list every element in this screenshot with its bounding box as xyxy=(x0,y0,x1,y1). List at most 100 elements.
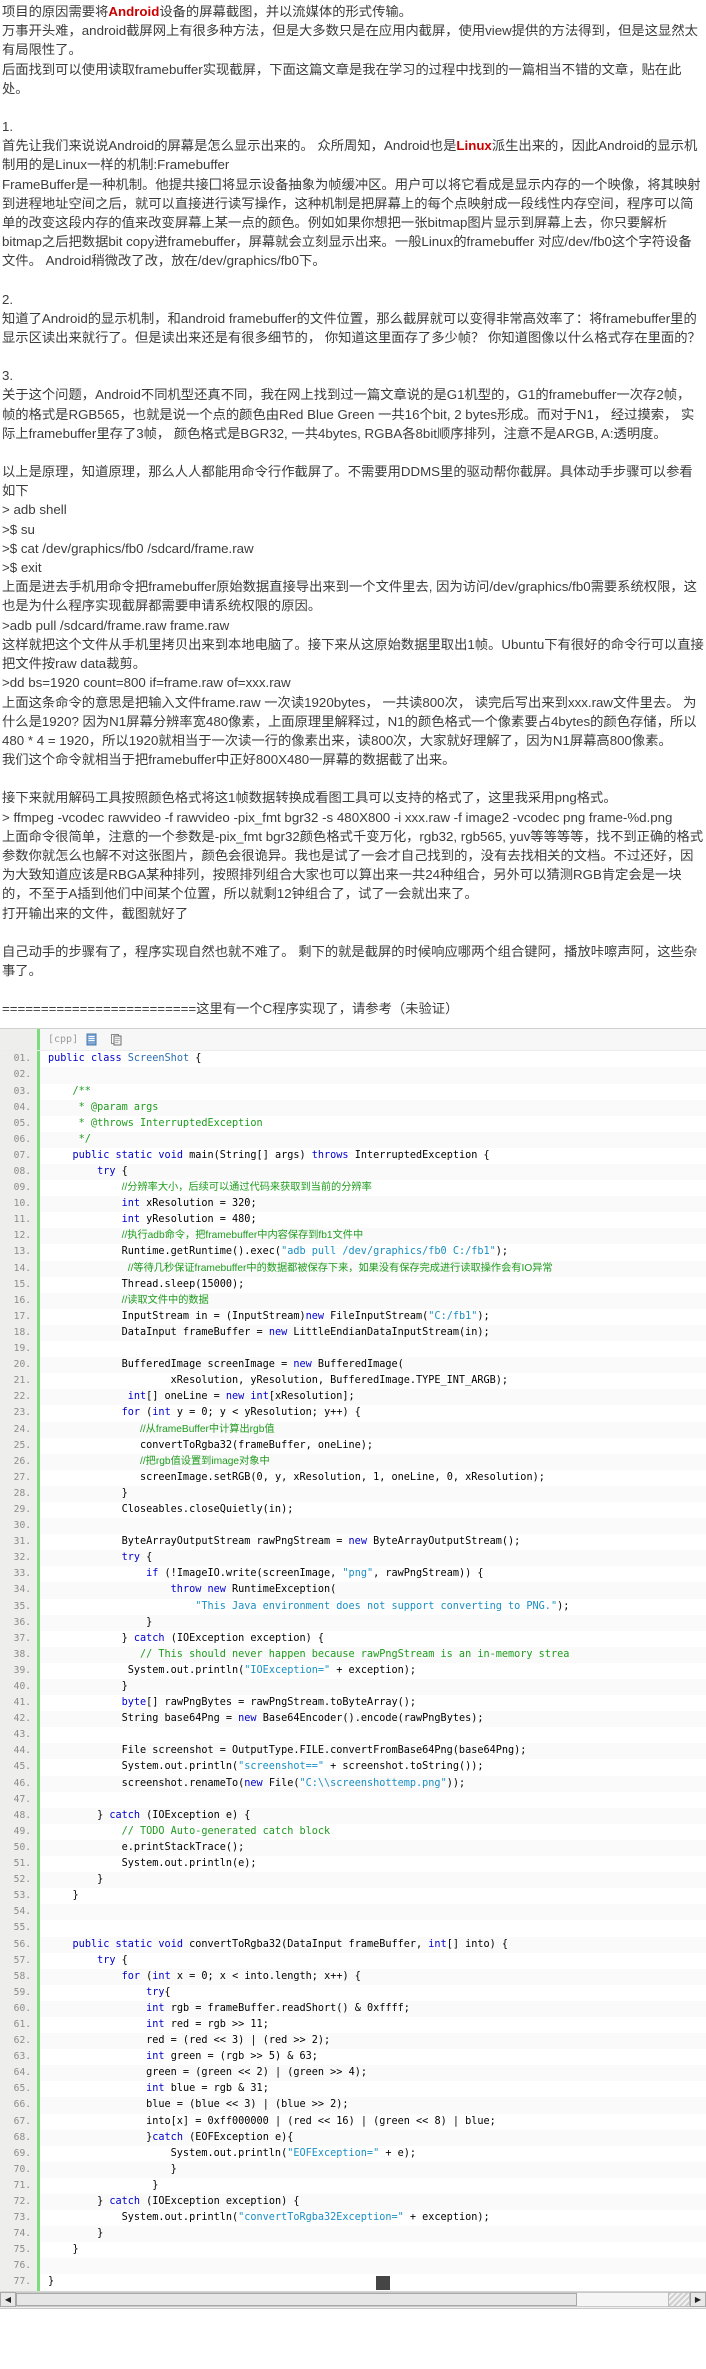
code-line[interactable]: 24. //从frameBuffer中计算出rgb值 xyxy=(0,1421,706,1438)
line-content[interactable]: Closeables.closeQuietly(in); xyxy=(40,1502,706,1518)
line-content[interactable]: DataInput frameBuffer = new LittleEndian… xyxy=(40,1325,706,1341)
line-content[interactable]: //读取文件中的数据 xyxy=(40,1293,706,1309)
line-content[interactable]: Thread.sleep(15000); xyxy=(40,1277,706,1293)
code-line[interactable]: 11. int yResolution = 480; xyxy=(0,1212,706,1229)
line-content[interactable]: ByteArrayOutputStream rawPngStream = new… xyxy=(40,1534,706,1550)
code-line[interactable]: 21. xResolution, yResolution, BufferedIm… xyxy=(0,1373,706,1390)
line-content[interactable]: System.out.println("screenshot==" + scre… xyxy=(40,1759,706,1775)
code-line[interactable]: 43. xyxy=(0,1727,706,1744)
code-line[interactable]: 25. convertToRgba32(frameBuffer, oneLine… xyxy=(0,1437,706,1454)
line-content[interactable]: try { xyxy=(40,1550,706,1566)
line-content[interactable]: } xyxy=(40,2274,706,2290)
line-content[interactable]: try { xyxy=(40,1164,706,1180)
scroll-left-arrow[interactable]: ◀ xyxy=(0,2292,16,2308)
code-line[interactable]: 23. for (int y = 0; y < yResolution; y++… xyxy=(0,1405,706,1422)
code-line[interactable]: 75. } xyxy=(0,2242,706,2259)
code-line[interactable]: 13. Runtime.getRuntime().exec("adb pull … xyxy=(0,1244,706,1261)
line-content[interactable]: * @throws InterruptedException xyxy=(40,1116,706,1132)
code-line[interactable]: 28. } xyxy=(0,1485,706,1502)
code-line[interactable]: 56. public static void convertToRgba32(D… xyxy=(0,1936,706,1953)
code-line[interactable]: 42. String base64Png = new Base64Encoder… xyxy=(0,1711,706,1728)
line-content[interactable]: System.out.println("IOException=" + exce… xyxy=(40,1663,706,1679)
code-line[interactable]: 16. //读取文件中的数据 xyxy=(0,1292,706,1309)
code-line[interactable]: 55. xyxy=(0,1920,706,1937)
code-line[interactable]: 71. } xyxy=(0,2177,706,2194)
code-line[interactable]: 33. if (!ImageIO.write(screenImage, "png… xyxy=(0,1566,706,1583)
code-line[interactable]: 44. File screenshot = OutputType.FILE.co… xyxy=(0,1743,706,1760)
line-content[interactable]: blue = (blue << 3) | (blue >> 2); xyxy=(40,2097,706,2113)
code-line[interactable]: 47. xyxy=(0,1791,706,1808)
code-line[interactable]: 53. } xyxy=(0,1888,706,1905)
line-content[interactable] xyxy=(40,1518,706,1534)
line-content[interactable]: System.out.println("EOFException=" + e); xyxy=(40,2146,706,2162)
code-line[interactable]: 29. Closeables.closeQuietly(in); xyxy=(0,1501,706,1519)
code-lines[interactable]: 01. public class ScreenShot {02. 03. /** 0… xyxy=(0,1051,706,2291)
line-content[interactable]: String base64Png = new Base64Encoder().e… xyxy=(40,1711,706,1727)
code-line[interactable]: 61. int red = rgb >> 11; xyxy=(0,2016,706,2034)
code-line[interactable]: 20. BufferedImage screenImage = new Buff… xyxy=(0,1357,706,1374)
line-content[interactable] xyxy=(40,1920,706,1936)
line-content[interactable]: } catch (IOException exception) { xyxy=(40,1631,706,1647)
code-line[interactable]: 46. screenshot.renameTo(new File("C:\\sc… xyxy=(0,1775,706,1792)
code-line[interactable]: 19. xyxy=(0,1341,706,1358)
line-content[interactable]: File screenshot = OutputType.FILE.conver… xyxy=(40,1743,706,1759)
code-line[interactable]: 32. try { xyxy=(0,1550,706,1567)
line-content[interactable]: } xyxy=(40,1486,706,1502)
line-content[interactable]: BufferedImage screenImage = new Buffered… xyxy=(40,1357,706,1373)
line-content[interactable]: Runtime.getRuntime().exec("adb pull /dev… xyxy=(40,1244,706,1260)
code-line[interactable]: 01. public class ScreenShot { xyxy=(0,1051,706,1068)
line-content[interactable]: int xResolution = 320; xyxy=(40,1196,706,1212)
code-line[interactable]: 04. * @param args xyxy=(0,1099,706,1116)
line-content[interactable]: red = (red << 3) | (red >> 2); xyxy=(40,2033,706,2049)
view-plain-icon[interactable] xyxy=(85,1033,98,1046)
scrollbar-track[interactable] xyxy=(16,2292,668,2308)
code-line[interactable]: 72. } catch (IOException exception) { xyxy=(0,2194,706,2211)
code-line[interactable]: 62. red = (red << 3) | (red >> 2); xyxy=(0,2033,706,2050)
code-line[interactable]: 14. //等待几秒保证framebuffer中的数据都被保存下来，如果没有保存… xyxy=(0,1260,706,1277)
code-line[interactable]: 37. } catch (IOException exception) { xyxy=(0,1630,706,1647)
line-content[interactable]: convertToRgba32(frameBuffer, oneLine); xyxy=(40,1438,706,1454)
code-line[interactable]: 02. xyxy=(0,1067,706,1084)
line-content[interactable] xyxy=(40,2258,706,2274)
code-line[interactable]: 59. try{ xyxy=(0,1984,706,2001)
code-line[interactable]: 76. xyxy=(0,2258,706,2275)
line-content[interactable]: for (int x = 0; x < into.length; x++) { xyxy=(40,1969,706,1985)
line-content[interactable]: try{ xyxy=(40,1985,706,2001)
line-content[interactable]: int yResolution = 480; xyxy=(40,1212,706,1228)
line-content[interactable]: } xyxy=(40,1679,706,1695)
code-line[interactable]: 58. for (int x = 0; x < into.length; x++… xyxy=(0,1968,706,1985)
line-content[interactable]: */ xyxy=(40,1132,706,1148)
code-line[interactable]: 63. int green = (rgb >> 5) & 63; xyxy=(0,2049,706,2066)
line-content[interactable]: //等待几秒保证framebuffer中的数据都被保存下来，如果没有保存完成进行… xyxy=(40,1261,706,1277)
code-line[interactable]: 09. //分辨率大小，后续可以通过代码来获取到当前的分辨率 xyxy=(0,1180,706,1197)
line-content[interactable]: } catch (IOException e) { xyxy=(40,1808,706,1824)
code-line[interactable]: 05. * @throws InterruptedException xyxy=(0,1115,706,1132)
code-line[interactable]: 57. try { xyxy=(0,1952,706,1969)
code-line[interactable]: 65. int blue = rgb & 31; xyxy=(0,2081,706,2098)
code-line[interactable]: 18. DataInput frameBuffer = new LittleEn… xyxy=(0,1324,706,1342)
code-line[interactable]: 48. } catch (IOException e) { xyxy=(0,1807,706,1824)
line-content[interactable]: //分辨率大小，后续可以通过代码来获取到当前的分辨率 xyxy=(40,1180,706,1196)
line-content[interactable]: e.printStackTrace(); xyxy=(40,1840,706,1856)
code-line[interactable]: 34. throw new RuntimeException( xyxy=(0,1582,706,1599)
line-content[interactable] xyxy=(40,1727,706,1743)
code-line[interactable]: 40. } xyxy=(0,1679,706,1696)
code-line[interactable]: 60. int rgb = frameBuffer.readShort() & … xyxy=(0,2000,706,2017)
line-content[interactable]: } catch (IOException exception) { xyxy=(40,2194,706,2210)
code-line[interactable]: 49. // TODO Auto-generated catch block xyxy=(0,1823,706,1840)
line-content[interactable]: // This should never happen because rawP… xyxy=(40,1647,706,1663)
line-content[interactable]: int[] oneLine = new int[xResolution]; xyxy=(40,1389,706,1405)
code-line[interactable]: 35. "This Java environment does not supp… xyxy=(0,1598,706,1615)
code-line[interactable]: 10. int xResolution = 320; xyxy=(0,1196,706,1213)
line-content[interactable]: /** xyxy=(40,1084,706,1100)
line-content[interactable]: "This Java environment does not support … xyxy=(40,1599,706,1615)
line-content[interactable]: throw new RuntimeException( xyxy=(40,1582,706,1598)
code-line[interactable]: 68. }catch (EOFException e){ xyxy=(0,2129,706,2146)
line-content[interactable]: }catch (EOFException e){ xyxy=(40,2130,706,2146)
line-content[interactable]: into[x] = 0xff000000 | (red << 16) | (gr… xyxy=(40,2114,706,2130)
line-content[interactable]: int blue = rgb & 31; xyxy=(40,2081,706,2097)
code-line[interactable]: 66. blue = (blue << 3) | (blue >> 2); xyxy=(0,2097,706,2114)
line-content[interactable]: int green = (rgb >> 5) & 63; xyxy=(40,2049,706,2065)
code-line[interactable]: 07. public static void main(String[] arg… xyxy=(0,1147,706,1164)
line-content[interactable] xyxy=(40,1067,706,1083)
